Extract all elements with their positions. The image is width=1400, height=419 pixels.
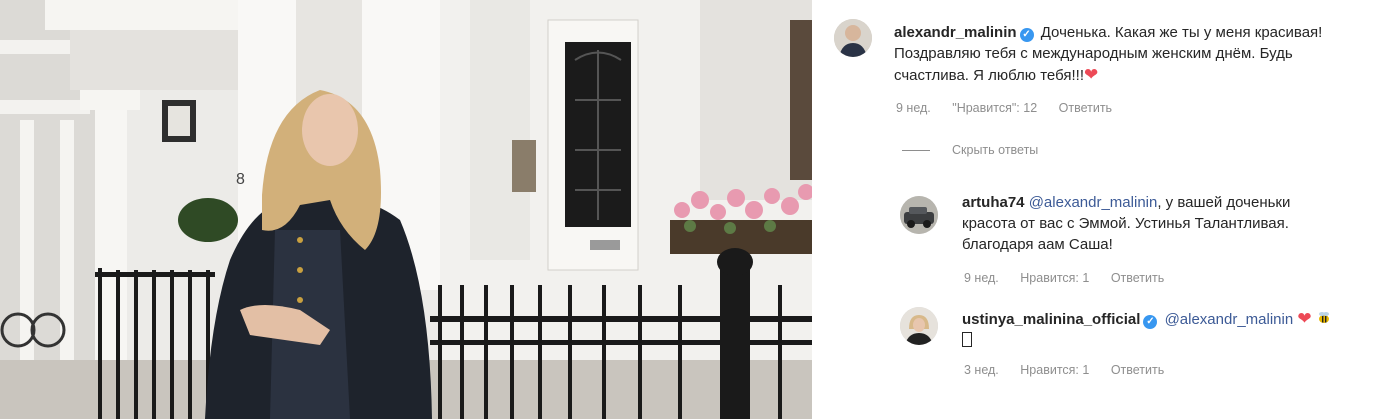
post-photo-illustration: 8: [0, 0, 812, 419]
hide-replies-divider: [902, 149, 930, 151]
reply-text-line2: красота от вас с Эммой. Устинья Талантли…: [962, 215, 1289, 232]
reply-meta: 3 нед. Нравится: 1 Ответить: [964, 363, 1182, 377]
comment-username[interactable]: alexandr_malinin: [894, 24, 1017, 41]
reply-reply-button[interactable]: Ответить: [1111, 271, 1164, 285]
reply-body: artuha74 @alexandr_malinin, у вашей доче…: [962, 192, 1392, 255]
comment-text-line1: Доченька. Какая же ты у меня красивая!: [1040, 24, 1323, 41]
hide-replies-button[interactable]: Скрыть ответы: [902, 143, 1038, 157]
heart-emoji-icon: ❤: [1297, 309, 1312, 328]
avatar-image: [900, 307, 938, 345]
comment-reply-button[interactable]: Ответить: [1059, 101, 1112, 115]
unknown-glyph-icon: [962, 332, 972, 347]
comment-likes-count[interactable]: "Нравится": 12: [952, 101, 1037, 115]
reply-time[interactable]: 9 нед.: [964, 271, 999, 285]
verified-badge-icon: ✓: [1019, 28, 1034, 42]
reply-mention-link[interactable]: @alexandr_malinin: [1165, 311, 1294, 328]
hide-replies-label: Скрыть ответы: [952, 143, 1039, 157]
reply-text-line3: благодаря аам Саша!: [962, 236, 1113, 253]
reply-likes-count[interactable]: Нравится: 1: [1020, 363, 1089, 377]
comments-panel: alexandr_malinin ✓ Доченька. Какая же ты …: [812, 0, 1400, 419]
reply-mention-link[interactable]: @alexandr_malinin: [1029, 194, 1158, 211]
comment-text-line3: счастлива. Я люблю тебя!!!: [894, 67, 1084, 84]
reply-body: ustinya_malinina_official ✓ @alexandr_mal…: [962, 308, 1392, 351]
comment-body: alexandr_malinin ✓ Доченька. Какая же ты …: [894, 22, 1394, 86]
comment-text-line2: Поздравляю тебя с международным женским …: [894, 45, 1293, 62]
comment-time[interactable]: 9 нед.: [896, 101, 931, 115]
avatar-ustinya-malinina[interactable]: [900, 307, 938, 345]
reply-username[interactable]: ustinya_malinina_official: [962, 311, 1140, 328]
verified-badge-icon: ✓: [1143, 315, 1158, 329]
house-number: 8: [236, 171, 245, 188]
reply-time[interactable]: 3 нед.: [964, 363, 999, 377]
avatar-image: [834, 19, 872, 57]
avatar-image: [900, 196, 938, 234]
bee-emoji-icon: [1318, 312, 1329, 323]
comment-meta: 9 нед. "Нравится": 12 Ответить: [896, 101, 1130, 115]
post-photo[interactable]: 8: [0, 0, 812, 419]
avatar-artuha74[interactable]: [900, 196, 938, 234]
reply-text-first: , у вашей доченьки: [1157, 194, 1291, 211]
reply-meta: 9 нед. Нравится: 1 Ответить: [964, 271, 1182, 285]
heart-emoji-icon: ❤: [1084, 65, 1099, 84]
avatar-alexandr-malinin[interactable]: [834, 19, 872, 57]
reply-username[interactable]: artuha74: [962, 194, 1025, 211]
reply-reply-button[interactable]: Ответить: [1111, 363, 1164, 377]
reply-likes-count[interactable]: Нравится: 1: [1020, 271, 1089, 285]
